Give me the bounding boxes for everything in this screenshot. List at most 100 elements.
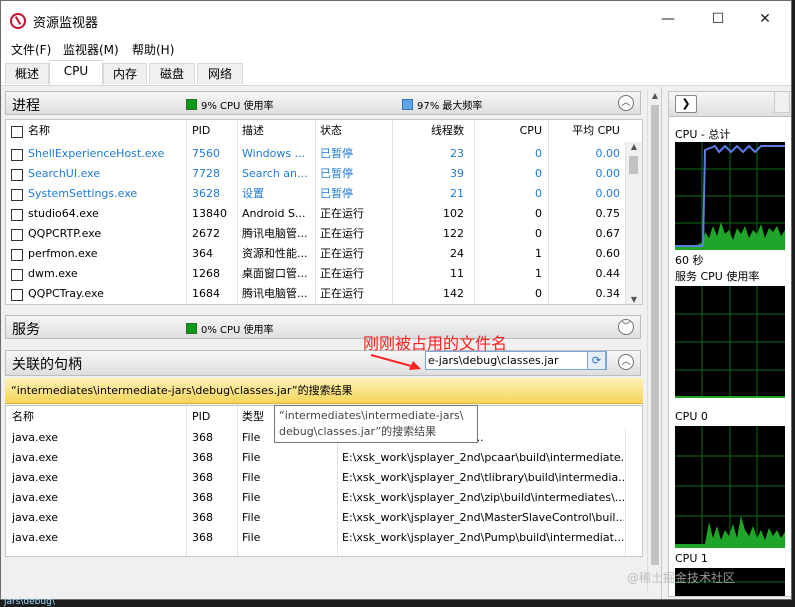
tab-overview[interactable]: 概述 <box>5 63 49 84</box>
collapse-handles-icon[interactable]: ︿ <box>618 354 634 370</box>
collapse-processes-icon[interactable]: ︿ <box>618 95 634 111</box>
process-cell-status[interactable]: 已暂停 <box>320 184 390 204</box>
process-checkbox[interactable] <box>11 289 23 301</box>
tab-memory[interactable]: 内存 <box>103 63 147 84</box>
scroll-up-icon[interactable]: ▲ <box>626 142 642 151</box>
process-cell-avg[interactable]: 0.44 <box>550 264 621 284</box>
scroll-down-icon[interactable]: ▼ <box>626 295 642 304</box>
process-cell-threads[interactable]: 39 <box>392 164 464 184</box>
handle-cell-pid[interactable]: 368 <box>192 468 236 488</box>
col-status[interactable]: 状态 <box>320 120 342 142</box>
process-cell-pid[interactable]: 1268 <box>192 264 236 284</box>
process-cell-desc[interactable]: 腾讯电脑管... <box>242 224 312 244</box>
process-cell-pid[interactable]: 1684 <box>192 284 236 304</box>
col-pid[interactable]: PID <box>192 120 210 142</box>
refresh-search-icon[interactable]: ⟳ <box>587 351 606 370</box>
handle-cell-name[interactable]: java.exe <box>12 448 182 468</box>
handle-cell-pid[interactable]: 368 <box>192 508 236 528</box>
process-cell-pid[interactable]: 2672 <box>192 224 236 244</box>
col-description[interactable]: 描述 <box>242 120 264 142</box>
col-avg-cpu[interactable]: 平均 CPU <box>550 120 620 142</box>
close-button[interactable]: ✕ <box>750 11 780 27</box>
collapse-graphs-icon[interactable]: ❯ <box>675 95 697 113</box>
process-cell-desc[interactable]: Windows ... <box>242 144 312 164</box>
process-cell-avg[interactable]: 0.00 <box>550 144 621 164</box>
handle-cell-name[interactable]: java.exe <box>12 468 182 488</box>
process-cell-desc[interactable]: 桌面窗口管... <box>242 264 312 284</box>
process-cell-avg[interactable]: 0.75 <box>550 204 621 224</box>
handle-cell-pid[interactable]: 368 <box>192 488 236 508</box>
menu-file[interactable]: 文件(F) <box>11 41 51 58</box>
col-handle-pid[interactable]: PID <box>192 406 210 428</box>
process-checkbox[interactable] <box>11 209 23 221</box>
process-cell-desc[interactable]: 资源和性能... <box>242 244 312 264</box>
process-cell-threads[interactable]: 11 <box>392 264 464 284</box>
process-cell-cpu[interactable]: 1 <box>476 264 542 284</box>
process-checkbox[interactable] <box>11 189 23 201</box>
process-cell-status[interactable]: 已暂停 <box>320 164 390 184</box>
expand-services-icon[interactable]: ﹀ <box>618 319 634 335</box>
main-scroll-thumb[interactable] <box>651 105 659 565</box>
process-cell-avg[interactable]: 0.00 <box>550 164 621 184</box>
handle-cell-type[interactable]: File <box>242 448 332 468</box>
handle-cell-name[interactable]: java.exe <box>12 428 182 448</box>
process-cell-pid[interactable]: 7728 <box>192 164 236 184</box>
select-all-checkbox[interactable] <box>11 126 23 138</box>
handle-cell-type[interactable]: File <box>242 488 332 508</box>
process-checkbox[interactable] <box>11 229 23 241</box>
menu-help[interactable]: 帮助(H) <box>132 41 174 58</box>
tab-disk[interactable]: 磁盘 <box>149 63 195 84</box>
process-cell-desc[interactable]: Android S... <box>242 204 312 224</box>
col-name[interactable]: 名称 <box>28 120 50 142</box>
handle-cell-handle[interactable]: E:\xsk_work\jsplayer_2nd\tlibrary\build\… <box>342 468 624 488</box>
handle-cell-pid[interactable]: 368 <box>192 528 236 548</box>
processes-header[interactable]: 进程 9% CPU 使用率 97% 最大频率 ︿ <box>5 91 641 115</box>
process-cell-pid[interactable]: 13840 <box>192 204 236 224</box>
handle-cell-type[interactable]: File <box>242 508 332 528</box>
process-cell-name[interactable]: perfmon.exe <box>28 244 183 264</box>
processes-scrollbar[interactable]: ▲ ▼ <box>625 142 642 304</box>
col-threads[interactable]: 线程数 <box>392 120 464 142</box>
process-cell-status[interactable]: 正在运行 <box>320 204 390 224</box>
process-cell-name[interactable]: studio64.exe <box>28 204 183 224</box>
handles-scroll-area[interactable] <box>625 428 642 556</box>
process-cell-status[interactable]: 正在运行 <box>320 224 390 244</box>
process-cell-threads[interactable]: 24 <box>392 244 464 264</box>
process-cell-pid[interactable]: 7560 <box>192 144 236 164</box>
process-cell-avg[interactable]: 0.67 <box>550 224 621 244</box>
process-checkbox[interactable] <box>11 249 23 261</box>
process-cell-threads[interactable]: 122 <box>392 224 464 244</box>
process-cell-name[interactable]: SearchUI.exe <box>28 164 183 184</box>
col-handle-name[interactable]: 名称 <box>12 406 34 428</box>
process-cell-threads[interactable]: 23 <box>392 144 464 164</box>
handle-cell-handle[interactable]: E:\xsk_work\jsplayer_2nd\zip\build\inter… <box>342 488 624 508</box>
tab-cpu[interactable]: CPU <box>49 60 103 85</box>
process-cell-name[interactable]: QQPCTray.exe <box>28 284 183 304</box>
services-header[interactable]: 服务 0% CPU 使用率 ﹀ <box>5 315 641 339</box>
menu-monitor[interactable]: 监视器(M) <box>63 41 119 58</box>
process-cell-status[interactable]: 正在运行 <box>320 284 390 304</box>
process-cell-name[interactable]: ShellExperienceHost.exe <box>28 144 183 164</box>
process-cell-cpu[interactable]: 0 <box>476 164 542 184</box>
process-cell-desc[interactable]: Search an... <box>242 164 312 184</box>
process-cell-pid[interactable]: 3628 <box>192 184 236 204</box>
process-cell-cpu[interactable]: 0 <box>476 144 542 164</box>
process-cell-avg[interactable]: 0.00 <box>550 184 621 204</box>
tab-network[interactable]: 网络 <box>197 63 243 84</box>
process-cell-desc[interactable]: 设置 <box>242 184 312 204</box>
process-cell-cpu[interactable]: 1 <box>476 244 542 264</box>
handle-cell-handle[interactable]: E:\xsk_work\jsplayer_2nd\pcaar\build\int… <box>342 448 624 468</box>
handle-cell-handle[interactable]: E:\xsk_work\jsplayer_2nd\Pump\build\inte… <box>342 528 624 548</box>
handle-cell-name[interactable]: java.exe <box>12 528 182 548</box>
main-scroll-up-icon[interactable]: ▲ <box>648 91 662 100</box>
process-cell-cpu[interactable]: 0 <box>476 184 542 204</box>
process-cell-status[interactable]: 已暂停 <box>320 144 390 164</box>
process-cell-pid[interactable]: 364 <box>192 244 236 264</box>
minimize-button[interactable]: — <box>653 11 683 27</box>
process-cell-name[interactable]: dwm.exe <box>28 264 183 284</box>
handle-cell-type[interactable]: File <box>242 468 332 488</box>
maximize-button[interactable]: ☐ <box>703 11 733 27</box>
process-cell-status[interactable]: 正在运行 <box>320 244 390 264</box>
handle-cell-name[interactable]: java.exe <box>12 508 182 528</box>
handle-cell-handle[interactable]: E:\xsk_work\jsplayer_2nd\MasterSlaveCont… <box>342 508 624 528</box>
